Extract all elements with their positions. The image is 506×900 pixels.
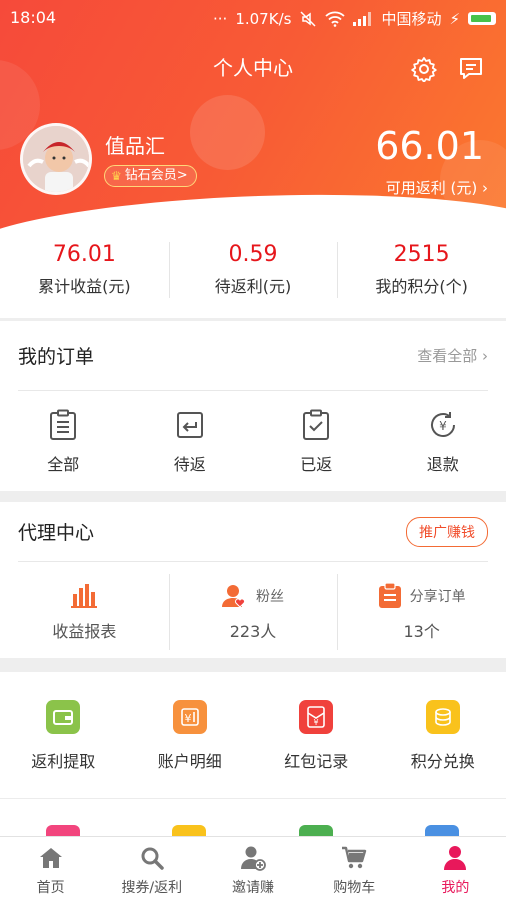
svg-text:¥: ¥: [184, 712, 191, 725]
order-filter-label: 已返: [300, 455, 333, 474]
available-rebate-label[interactable]: 可用返利 (元) ›: [386, 177, 488, 198]
carrier-name: 中国移动: [381, 10, 442, 28]
stat-label: 我的积分(个): [375, 277, 468, 296]
fans-label: 粉丝: [256, 589, 284, 605]
stat-pending-rebate[interactable]: 0.59 待返利(元): [168, 230, 338, 318]
tab-invite-earn[interactable]: 邀请赚: [202, 837, 303, 900]
points-exchange-item[interactable]: 积分兑换: [380, 672, 506, 798]
tab-mine[interactable]: 我的: [405, 837, 506, 900]
tab-label: 首页: [36, 880, 65, 896]
earnings-report-item[interactable]: 收益报表: [0, 574, 169, 650]
charging-icon: ⚡: [449, 9, 460, 28]
order-filter-pending[interactable]: 待返: [127, 391, 254, 491]
fans-value: 223人: [229, 622, 277, 641]
agent-center-card: 代理中心 推广赚钱 收益报表 粉丝 223人 分享订单 13个: [0, 502, 506, 658]
red-packet-icon: ¥: [299, 700, 334, 734]
available-rebate-amount[interactable]: 66.01: [375, 124, 484, 168]
clipboard-check-icon: [303, 409, 330, 440]
status-bar: 18:04 ··· 1.07K/s 中国移动 ⚡: [0, 0, 506, 36]
member-level-badge[interactable]: ♛ 钻石会员>: [104, 165, 197, 187]
order-filter-label: 全部: [47, 455, 80, 474]
tab-label: 我的: [441, 880, 470, 896]
tab-cart[interactable]: 购物车: [304, 837, 405, 900]
shared-orders-item[interactable]: 分享订单 13个: [337, 574, 506, 650]
more-dots-icon: ···: [213, 9, 228, 28]
share-order-icon: [378, 583, 401, 608]
stat-my-points[interactable]: 2515 我的积分(个): [337, 230, 506, 318]
member-level-label: 钻石会员>: [124, 168, 188, 183]
function-label: 积分兑换: [410, 752, 475, 771]
add-user-icon: [241, 846, 266, 871]
message-icon[interactable]: [458, 56, 484, 82]
fans-item[interactable]: 粉丝 223人: [168, 574, 338, 650]
order-filter-all[interactable]: 全部: [0, 391, 127, 491]
tab-search-rebate[interactable]: 搜券/返利: [101, 837, 202, 900]
red-packet-records-item[interactable]: ¥ 红包记录: [253, 672, 380, 798]
search-icon: [141, 847, 164, 870]
stat-total-earnings[interactable]: 76.01 累计收益(元): [0, 230, 169, 318]
order-filter-refund[interactable]: ¥ 退款: [380, 391, 506, 491]
username: 值品汇: [105, 134, 165, 158]
agent-center-title: 代理中心: [18, 522, 95, 544]
function-grid: 返利提取 ¥ 账户明细 ¥ 红包记录 积分兑换: [0, 672, 506, 798]
tab-home[interactable]: 首页: [0, 837, 101, 900]
cart-icon: [342, 846, 367, 869]
crown-icon: ♛: [111, 169, 122, 183]
status-time: 18:04: [10, 8, 57, 27]
tab-label: 邀请赚: [232, 880, 274, 896]
wifi-icon: [325, 11, 346, 27]
shared-orders-value: 13个: [403, 622, 440, 641]
stat-label: 待返利(元): [214, 277, 292, 296]
orders-title: 我的订单: [18, 346, 95, 368]
tab-label: 搜券/返利: [121, 880, 183, 896]
home-icon: [39, 848, 62, 868]
view-all-orders-link[interactable]: 查看全部 ›: [417, 345, 488, 366]
my-orders-card: 我的订单 查看全部 › 全部 待返 已返 ¥ 退款: [0, 321, 506, 491]
order-filter-label: 待返: [173, 455, 206, 474]
account-detail-icon: ¥: [172, 700, 207, 734]
wallet-icon: [46, 700, 81, 734]
header-decoration: [190, 95, 265, 170]
network-speed: 1.07K/s: [235, 9, 292, 28]
stat-value: 76.01: [52, 242, 116, 267]
rebate-withdraw-item[interactable]: 返利提取: [0, 672, 127, 798]
signal-icon: [353, 11, 372, 26]
return-arrow-icon: [176, 412, 203, 438]
function-label: 返利提取: [31, 752, 96, 771]
stat-value: 0.59: [228, 242, 278, 267]
clipboard-list-icon: [50, 409, 77, 440]
svg-text:¥: ¥: [314, 718, 319, 727]
promote-earn-button[interactable]: 推广赚钱: [406, 516, 488, 547]
profile-icon: [444, 846, 467, 870]
bar-chart-icon: [71, 584, 98, 608]
account-detail-item[interactable]: ¥ 账户明细: [127, 672, 254, 798]
earnings-report-label: 收益报表: [52, 622, 117, 641]
avatar[interactable]: [20, 123, 92, 195]
fans-heart-icon: [222, 585, 245, 608]
battery-icon: [468, 12, 496, 25]
stat-value: 2515: [393, 242, 450, 267]
more-functions-row: [0, 798, 506, 839]
shared-orders-label: 分享订单: [409, 589, 466, 605]
yen-refund-icon: ¥: [430, 412, 455, 437]
settings-gear-icon[interactable]: [411, 56, 437, 82]
mute-icon: [300, 10, 316, 27]
coins-icon: [425, 700, 460, 734]
earnings-stats: 76.01 累计收益(元) 0.59 待返利(元) 2515 我的积分(个): [0, 230, 506, 318]
order-filter-label: 退款: [426, 455, 459, 474]
bottom-tab-bar: 首页 搜券/返利 邀请赚 购物车 我的: [0, 836, 506, 900]
stat-label: 累计收益(元): [38, 277, 131, 296]
function-label: 账户明细: [157, 752, 222, 771]
order-filter-returned[interactable]: 已返: [253, 391, 380, 491]
tab-label: 购物车: [333, 880, 376, 896]
svg-text:¥: ¥: [439, 419, 447, 433]
function-label: 红包记录: [284, 752, 349, 771]
